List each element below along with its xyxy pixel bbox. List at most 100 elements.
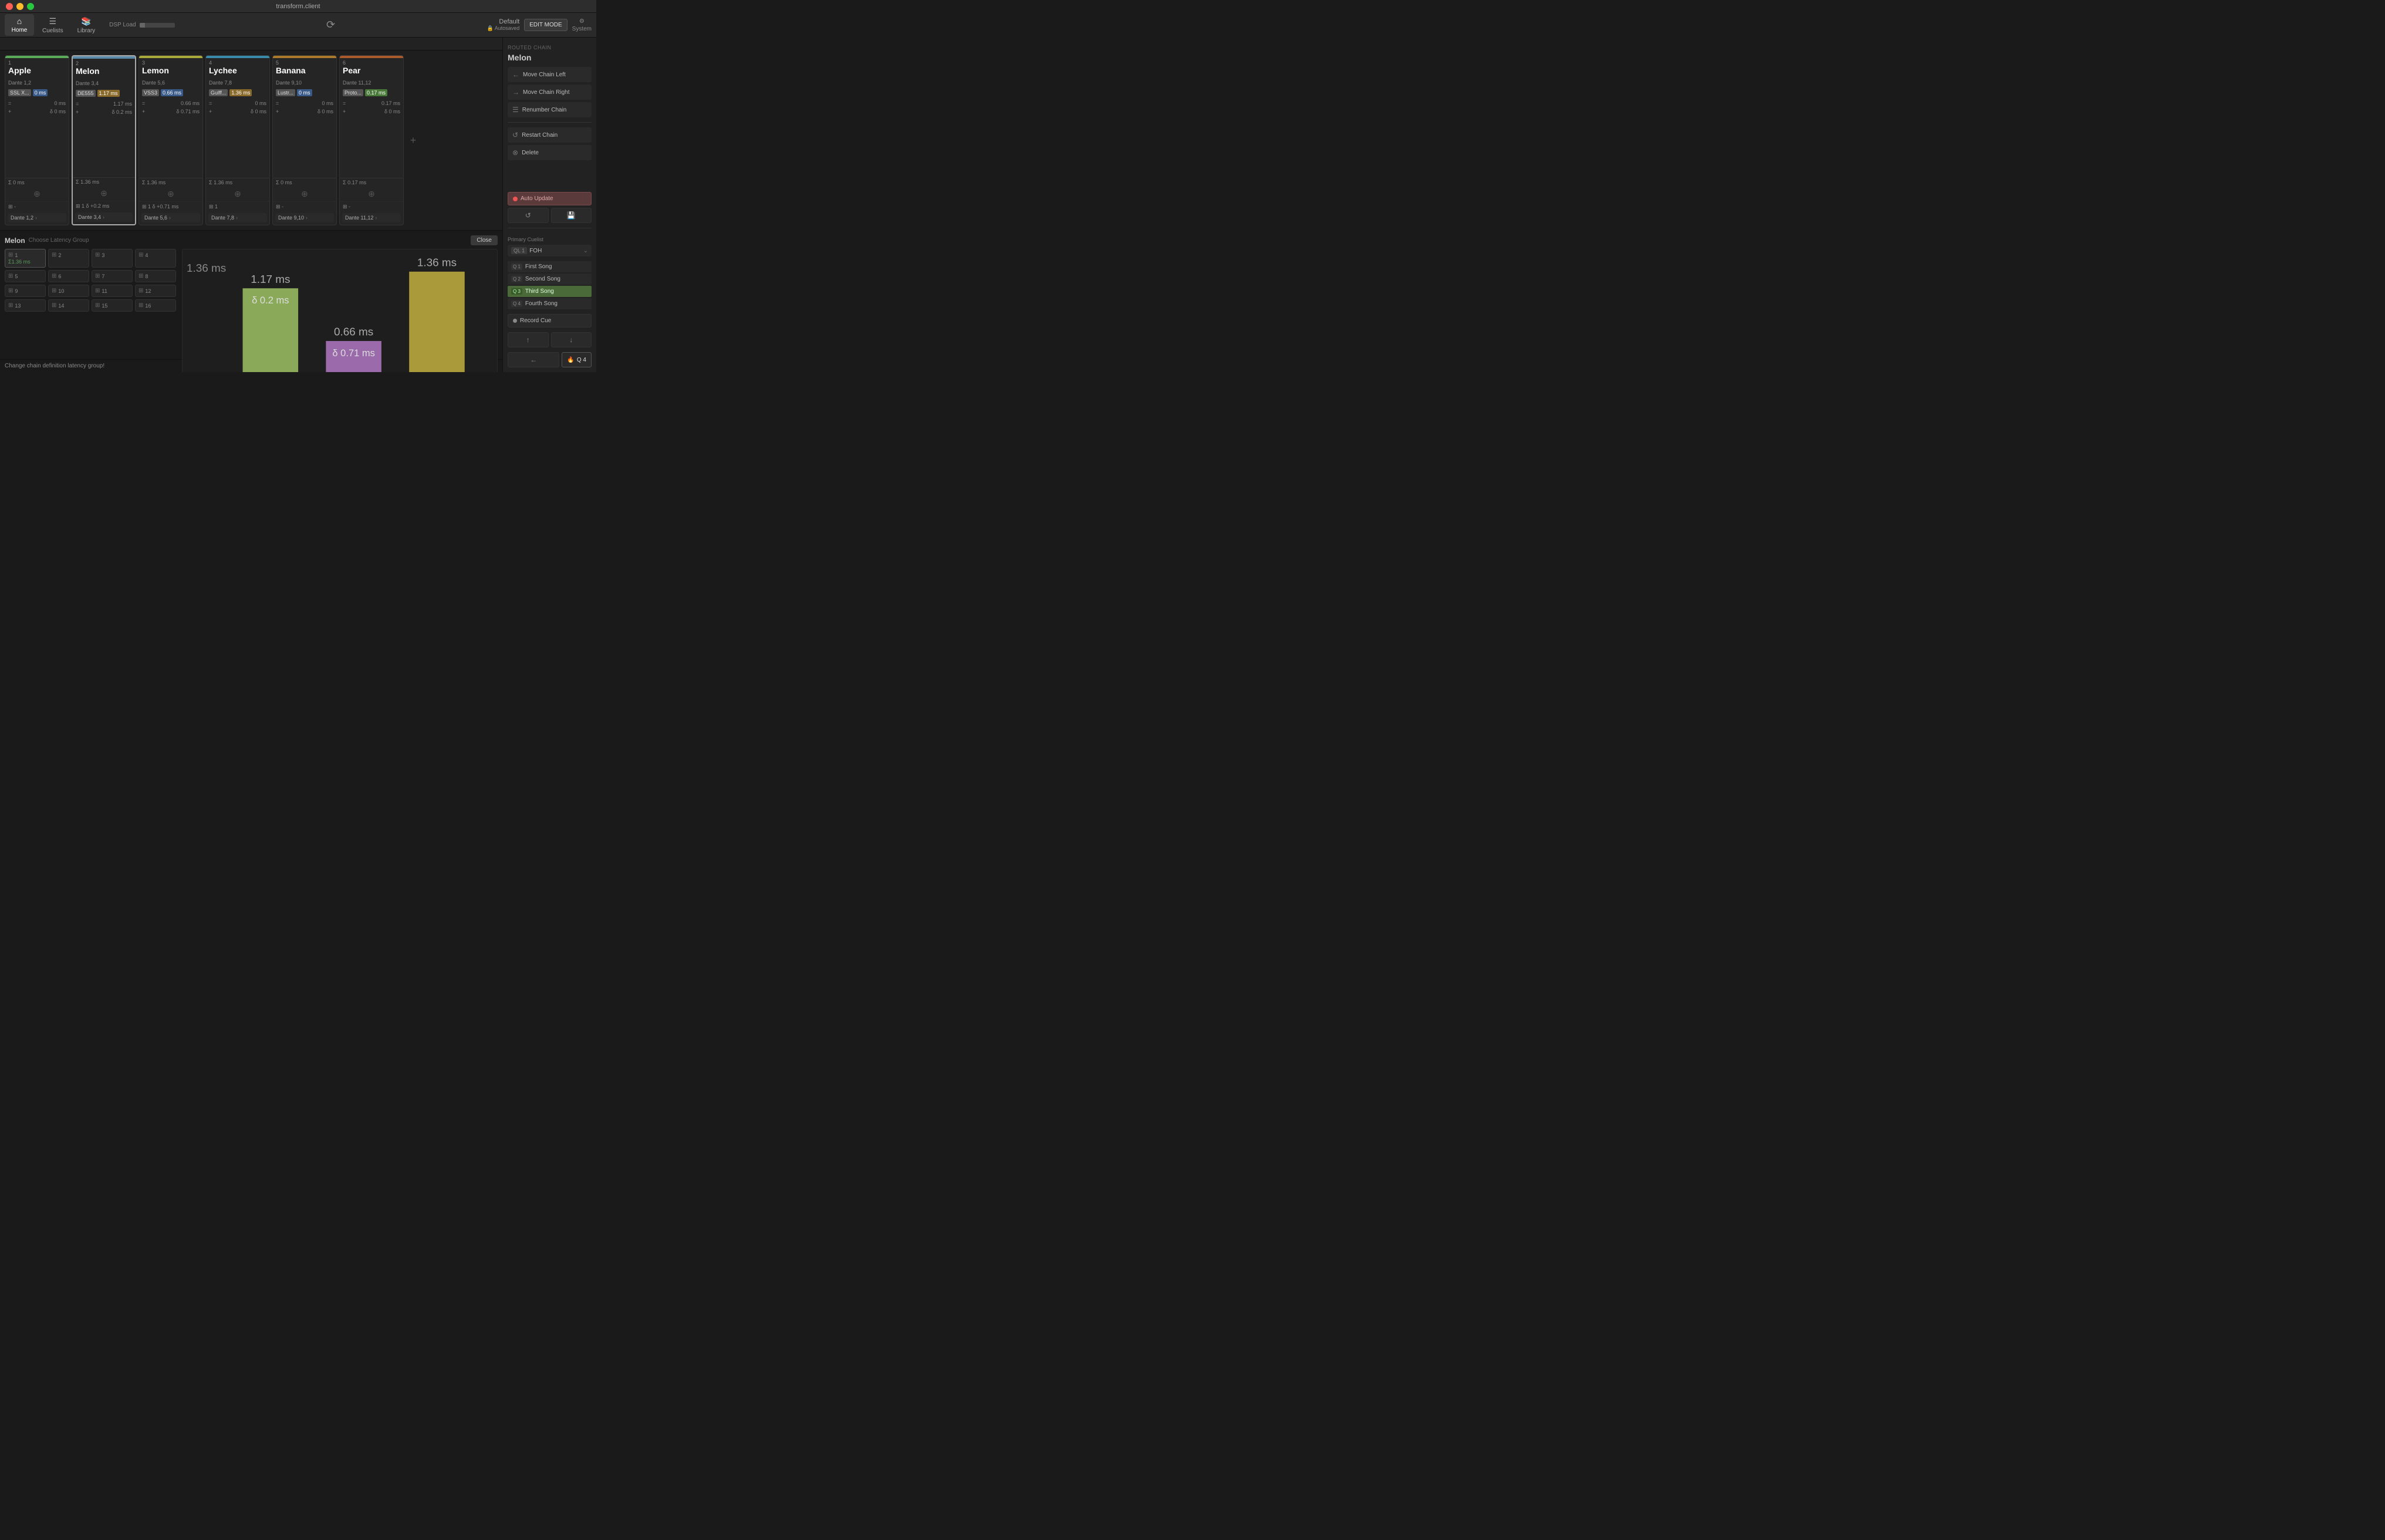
song-item-second-song[interactable]: Q 2 Second Song <box>508 273 592 285</box>
grid-cell-id: 12 <box>145 288 151 294</box>
grid-cell-id: 2 <box>58 252 61 258</box>
card-add-button[interactable]: ⊕ <box>340 187 403 201</box>
grid-cell-6[interactable]: ⊞ 6 <box>48 270 89 282</box>
cuelist-select[interactable]: QL 1 FOH ⌄ <box>508 245 592 256</box>
grid-icon: ⊞ <box>95 273 100 279</box>
dante-route: Dante 11,12 › <box>342 213 401 222</box>
svg-text:δ 0.2 ms: δ 0.2 ms <box>252 295 289 306</box>
minimize-traffic-light[interactable] <box>16 3 23 10</box>
grid-cell-13[interactable]: ⊞ 13 <box>5 299 46 312</box>
bar-lychee <box>409 272 465 372</box>
chart-svg: 1.36 ms 0 ms 1.17 ms 0.66 ms 1.36 ms <box>187 254 492 372</box>
delete-button[interactable]: ⊗ Delete <box>508 145 592 160</box>
card-add-button[interactable]: ⊕ <box>273 187 336 201</box>
move-chain-right-button[interactable]: → Move Chain Right <box>508 85 592 100</box>
svg-text:1.36 ms: 1.36 ms <box>417 256 457 269</box>
card-add-button[interactable]: ⊕ <box>139 187 202 201</box>
card-subtitle: Dante 9,10 <box>273 79 336 87</box>
nav-arrows: ↑ ↓ <box>508 332 592 347</box>
maximize-traffic-light[interactable] <box>27 3 34 10</box>
autosaved-info: Default 🔒 Autosaved <box>487 18 520 32</box>
card-add-button[interactable]: ⊕ <box>5 187 69 201</box>
song-name: First Song <box>525 264 552 270</box>
undo-button[interactable]: ↺ <box>508 208 549 223</box>
card-footer: ⊞ 1 δ +0.71 ms <box>139 201 202 212</box>
primary-cuelist-label: Primary Cuelist <box>508 237 592 242</box>
grid-cell-3[interactable]: ⊞ 3 <box>92 249 133 268</box>
bottom-panel: Melon Choose Latency Group Close ⊞ 1 Σ1.… <box>0 230 502 359</box>
grid-icon: ⊞ <box>8 302 13 309</box>
grid-cell-11[interactable]: ⊞ 11 <box>92 285 133 297</box>
delete-icon: ⊗ <box>512 148 518 157</box>
restart-chain-button[interactable]: ↺ Restart Chain <box>508 127 592 143</box>
back-button[interactable]: ← <box>508 352 559 367</box>
plugin-row: VSS3 0.66 ms <box>139 87 202 98</box>
auto-update-button[interactable]: Auto Update <box>508 192 592 205</box>
cuelists-button[interactable]: ☰ Cuelists <box>36 14 69 36</box>
grid-cell-9[interactable]: ⊞ 9 <box>5 285 46 297</box>
panel-title: Melon <box>5 237 25 245</box>
grid-cell-2[interactable]: ⊞ 2 <box>48 249 89 268</box>
card-subtitle: Dante 5,6 <box>139 79 202 87</box>
cuelist-name: FOH <box>529 248 580 254</box>
right-panel: Routed Chain Melon ← Move Chain Left → M… <box>502 38 596 372</box>
grid-cell-4[interactable]: ⊞ 4 <box>135 249 176 268</box>
route-arrow-icon: › <box>306 215 308 221</box>
grid-cell-15[interactable]: ⊞ 15 <box>92 299 133 312</box>
song-item-fourth-song[interactable]: Q 4 Fourth Song <box>508 298 592 309</box>
chain-card-lemon[interactable]: 3 Lemon Dante 5,6 VSS3 0.66 ms =0.66 ms … <box>138 55 203 225</box>
footer-text: ⊞ - <box>343 204 350 210</box>
gear-icon: ⚙ <box>579 18 585 25</box>
song-item-third-song[interactable]: Q 3 Third Song <box>508 286 592 297</box>
main-layout: 1 Apple Dante 1,2 SSL X... 0 ms =0 ms +δ… <box>0 38 596 372</box>
grid-cell-12[interactable]: ⊞ 12 <box>135 285 176 297</box>
close-traffic-light[interactable] <box>6 3 13 10</box>
grid-cell-8[interactable]: ⊞ 8 <box>135 270 176 282</box>
chain-card-apple[interactable]: 1 Apple Dante 1,2 SSL X... 0 ms =0 ms +δ… <box>5 55 69 225</box>
card-add-button[interactable]: ⊕ <box>206 187 269 201</box>
latency-tag: 0.17 ms <box>365 89 387 96</box>
grid-cell-5[interactable]: ⊞ 5 <box>5 270 46 282</box>
grid-cell-1[interactable]: ⊞ 1 Σ1.36 ms <box>5 249 46 268</box>
add-chain-card-button[interactable]: + <box>406 55 420 225</box>
renumber-chain-button[interactable]: ☰ Renumber Chain <box>508 102 592 117</box>
card-name: Melon <box>76 66 132 76</box>
grid-cell-7[interactable]: ⊞ 7 <box>92 270 133 282</box>
song-item-first-song[interactable]: Q 1 First Song <box>508 261 592 272</box>
footer-text: ⊞ - <box>276 204 283 210</box>
chain-card-banana[interactable]: 5 Banana Dante 9,10 Lustr... 0 ms =0 ms … <box>272 55 337 225</box>
grid-cell-id: 4 <box>145 252 148 258</box>
home-button[interactable]: ⌂ Home <box>5 14 34 36</box>
record-cue-button[interactable]: Record Cue <box>508 314 592 327</box>
grid-icon: ⊞ <box>52 252 56 258</box>
nav-next-button[interactable]: ↓ <box>551 332 592 347</box>
grid-icon: ⊞ <box>52 273 56 279</box>
grid-cell-14[interactable]: ⊞ 14 <box>48 299 89 312</box>
dante-route: Dante 1,2 › <box>8 213 66 222</box>
library-button[interactable]: 📚 Library <box>72 14 102 36</box>
chain-card-pear[interactable]: 6 Pear Dante 11,12 Proto... 0.17 ms =0.1… <box>339 55 404 225</box>
cuelists-icon: ☰ <box>49 16 57 26</box>
grid-cell-10[interactable]: ⊞ 10 <box>48 285 89 297</box>
dante-label: Dante 9,10 <box>278 215 304 221</box>
window-title: transform.client <box>276 3 320 10</box>
save-button[interactable]: 💾 <box>551 208 592 223</box>
grid-cell-16[interactable]: ⊞ 16 <box>135 299 176 312</box>
chain-area: 1 Apple Dante 1,2 SSL X... 0 ms =0 ms +δ… <box>0 50 502 230</box>
content-area: 1 Apple Dante 1,2 SSL X... 0 ms =0 ms +δ… <box>0 38 502 372</box>
edit-mode-button[interactable]: EDIT MODE <box>524 19 567 31</box>
grid-cell-id: 7 <box>102 273 104 279</box>
chain-card-melon[interactable]: 2 Melon Dante 3,4 DE555 1.17 ms =1.17 ms… <box>72 55 136 225</box>
card-add-button[interactable]: ⊕ <box>73 186 135 201</box>
system-button[interactable]: ⚙ System <box>572 18 592 32</box>
nav-prev-button[interactable]: ↑ <box>508 332 549 347</box>
chain-card-lychee[interactable]: 4 Lychee Dante 7,8 Gulff... 1.36 ms =0 m… <box>205 55 270 225</box>
close-button[interactable]: Close <box>471 235 498 245</box>
plugin-tag: Gulff... <box>209 89 228 96</box>
move-chain-left-button[interactable]: ← Move Chain Left <box>508 67 592 82</box>
footer-text: ⊞ 1 δ +0.2 ms <box>76 203 109 210</box>
grid-cell-id: 15 <box>102 303 107 309</box>
dante-route: Dante 9,10 › <box>275 213 334 222</box>
fire-button[interactable]: 🔥 Q 4 <box>562 352 592 367</box>
plugin-tag: SSL X... <box>8 89 31 96</box>
